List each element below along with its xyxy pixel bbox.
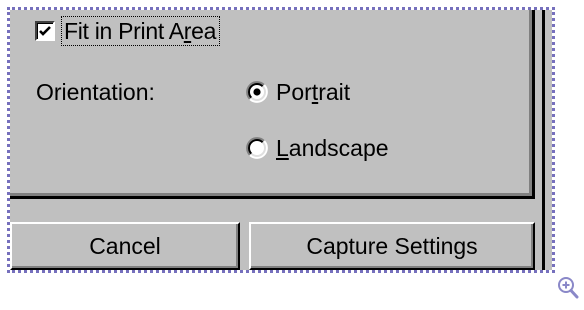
portrait-label[interactable]: Portrait [276, 78, 350, 106]
mnemonic-underline: r [183, 18, 192, 44]
selection-frame: Fit in Print Area Orientation: Portrait [7, 7, 555, 273]
cancel-button[interactable]: Cancel [10, 222, 240, 270]
fit-in-print-area-text: Fit in Print Area [64, 18, 217, 44]
orientation-label: Orientation: [36, 79, 155, 105]
dialog-edge [542, 10, 545, 270]
checkmark-icon [39, 26, 51, 36]
mnemonic-underline: t [311, 79, 319, 105]
print-settings-dialog: Fit in Print Area Orientation: Portrait [10, 10, 552, 270]
landscape-option[interactable]: Landscape [246, 134, 389, 162]
portrait-option[interactable]: Portrait [246, 78, 350, 106]
capture-settings-button[interactable]: Capture Settings [249, 222, 535, 270]
landscape-radio[interactable] [246, 137, 268, 159]
fit-in-print-area-checkbox[interactable] [35, 21, 55, 41]
portrait-radio[interactable] [246, 81, 268, 103]
landscape-label[interactable]: Landscape [276, 134, 389, 162]
options-group: Fit in Print Area Orientation: Portrait [10, 10, 535, 199]
fit-in-print-area-option[interactable]: Fit in Print Area [35, 16, 221, 46]
zoom-in-icon[interactable] [557, 276, 579, 300]
radio-selected-dot [253, 88, 261, 96]
fit-in-print-area-label[interactable]: Fit in Print Area [61, 16, 221, 46]
mnemonic-underline: L [276, 135, 289, 161]
